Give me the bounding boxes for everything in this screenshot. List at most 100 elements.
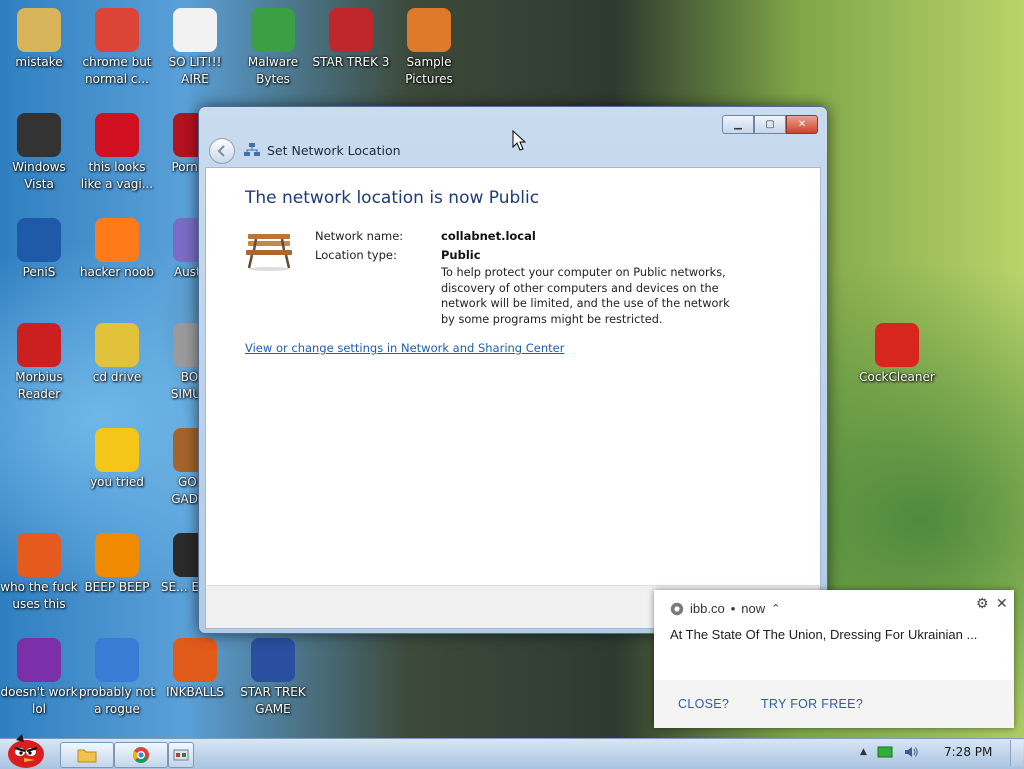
folder-user-icon	[17, 8, 61, 52]
notification-header: ibb.co • now ⌃	[670, 601, 780, 616]
desktop-icon[interactable]: mistake	[0, 8, 78, 71]
public-network-description: To help protect your computer on Public …	[441, 266, 730, 326]
cards-icon	[173, 8, 217, 52]
desktop-icon[interactable]: Sample Pictures	[390, 8, 468, 88]
back-button[interactable]	[209, 138, 235, 164]
minimize-button[interactable]: ▁	[722, 115, 754, 134]
gears-monitor-icon	[95, 638, 139, 682]
chrome-notification: ibb.co • now ⌃ ⚙ ✕ At The State Of The U…	[654, 590, 1014, 728]
trash-bin-icon	[17, 113, 61, 157]
desktop-icon-label: SO LIT!!! AIRE	[168, 55, 222, 86]
set-network-location-window: ▁ ▢ ✕ Set Network Location The network l…	[198, 106, 828, 634]
star-icon	[95, 428, 139, 472]
desktop-icon[interactable]: Morbius Reader	[0, 323, 78, 403]
chrome-icon	[670, 602, 684, 615]
tray-expand-icon[interactable]: ▲	[860, 747, 867, 757]
dismiss-notification-icon[interactable]: ✕	[996, 595, 1008, 612]
shield-check-icon	[251, 8, 295, 52]
desktop-icon[interactable]: chrome but normal c...	[78, 8, 156, 88]
pdf-reader-icon	[17, 323, 61, 367]
desktop-icon[interactable]: who the fuck uses this	[0, 533, 78, 613]
desktop-icon[interactable]: INKBALLS	[156, 638, 234, 701]
desktop-icon-label: BEEP BEEP	[84, 580, 150, 594]
desktop-icon-label: Morbius Reader	[15, 370, 63, 401]
speaker-icon[interactable]	[903, 745, 919, 759]
network-sharing-center-link[interactable]: View or change settings in Network and S…	[245, 341, 564, 355]
desktop-icon-label: STAR TREK 3	[312, 55, 390, 69]
notification-time: now	[741, 601, 766, 616]
desktop-icon[interactable]: SO LIT!!! AIRE	[156, 8, 234, 88]
desktop-icon[interactable]: cd drive	[78, 323, 156, 386]
back-arrow-icon	[217, 145, 225, 157]
network-name-label: Network name:	[315, 229, 404, 243]
cd-drive-icon	[95, 323, 139, 367]
desktop-icon[interactable]: BEEP BEEP	[78, 533, 156, 596]
desktop-icon[interactable]: this looks like a vagi...	[78, 113, 156, 193]
desktop-icon-label: probably not a rogue	[78, 685, 156, 716]
notification-actions: CLOSE? TRY FOR FREE?	[654, 680, 1014, 728]
desktop-icon[interactable]: Windows Vista	[0, 113, 78, 193]
desktop-icon[interactable]: CockCleaner	[858, 323, 936, 386]
opera-icon	[95, 113, 139, 157]
location-type-label: Location type:	[315, 248, 397, 262]
star-trek-icon	[251, 638, 295, 682]
chevron-up-icon[interactable]: ⌃	[771, 602, 780, 615]
location-type-value: Public	[441, 248, 481, 262]
notification-message[interactable]: At The State Of The Union, Dressing For …	[670, 627, 1000, 642]
desktop-icon-label: who the fuck uses this	[0, 580, 78, 611]
desktop-icon[interactable]: Malware Bytes	[234, 8, 312, 88]
desktop-icon-label: PeniS	[22, 265, 56, 279]
close-action-button[interactable]: CLOSE?	[678, 697, 729, 711]
pictures-folder-icon	[407, 8, 451, 52]
chrome-icon	[95, 8, 139, 52]
window-controls: ▁ ▢ ✕	[722, 115, 818, 134]
angry-bird-start-icon[interactable]	[2, 730, 50, 768]
network-name-value: collabnet.local	[441, 229, 536, 243]
show-desktop-button[interactable]	[1010, 740, 1023, 766]
desktop-icon-label: you tried	[90, 475, 144, 489]
inkball-icon	[173, 638, 217, 682]
taskbar-clock[interactable]: 7:28 PM	[944, 745, 992, 759]
desktop-icon[interactable]: STAR TREK 3	[312, 8, 390, 71]
desktop-icon-label: INKBALLS	[166, 685, 224, 699]
system-tray: ▲	[860, 745, 919, 759]
window-title: Set Network Location	[267, 143, 401, 158]
desktop-icon-label: mistake	[15, 55, 63, 69]
desktop-icon[interactable]: hacker noob	[78, 218, 156, 281]
desktop-icon-label: doesn't work lol	[0, 685, 78, 716]
desktop-icon[interactable]: STAR TREK GAME	[234, 638, 312, 718]
desktop-icon-label: Windows Vista	[12, 160, 66, 191]
park-bench-icon	[246, 234, 292, 271]
star-wars-icon	[329, 8, 373, 52]
ccleaner-icon	[875, 323, 919, 367]
desktop-icon-label: chrome but normal c...	[82, 55, 152, 86]
page-title: The network location is now Public	[245, 188, 540, 208]
desktop-icon[interactable]: doesn't work lol	[0, 638, 78, 718]
firefox-icon	[95, 218, 139, 262]
desktop-icon[interactable]: you tried	[78, 428, 156, 491]
taskbar-explorer-button[interactable]	[60, 742, 114, 768]
desktop-icon-label: CockCleaner	[859, 370, 935, 384]
notification-source: ibb.co	[690, 601, 725, 616]
close-button[interactable]: ✕	[786, 115, 818, 134]
mouse-cursor-icon	[512, 130, 526, 151]
desktop-icon[interactable]: probably not a rogue	[78, 638, 156, 718]
try-for-free-button[interactable]: TRY FOR FREE?	[761, 697, 863, 711]
taskbar-chrome-button[interactable]	[114, 742, 168, 768]
maximize-button[interactable]: ▢	[754, 115, 786, 134]
network-icon	[244, 143, 260, 156]
desktop-icon-label: cd drive	[92, 370, 142, 384]
desktop-icon-label: this looks like a vagi...	[80, 160, 154, 191]
vlc-cone-icon	[95, 533, 139, 577]
lightning-icon	[17, 533, 61, 577]
desktop-icon-label: Malware Bytes	[247, 55, 299, 86]
chrome-icon	[133, 747, 149, 763]
desktop-icon[interactable]: PeniS	[0, 218, 78, 281]
network-status-icon[interactable]	[877, 745, 893, 759]
taskbar-control-panel-button[interactable]	[168, 742, 194, 768]
folder-icon	[77, 749, 97, 763]
settings-gear-icon[interactable]: ⚙	[976, 595, 989, 612]
photoshop-icon	[17, 218, 61, 262]
desktop-icon-label: STAR TREK GAME	[240, 685, 306, 716]
desktop-icon-label: hacker noob	[79, 265, 155, 279]
